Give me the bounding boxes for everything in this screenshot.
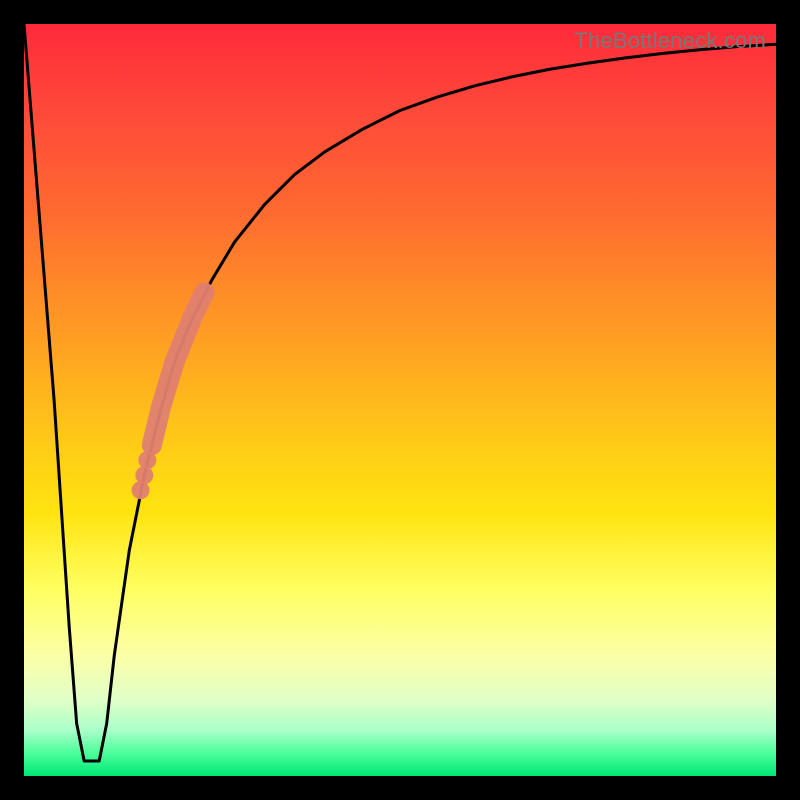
bottleneck-curve [24, 24, 776, 761]
chart-svg [24, 24, 776, 776]
highlight-dot [132, 481, 150, 499]
highlight-dot [135, 466, 153, 484]
watermark-text: TheBottleneck.com [574, 28, 766, 54]
plot-area: TheBottleneck.com [24, 24, 776, 776]
chart-container: TheBottleneck.com [0, 0, 800, 800]
highlight-dot [138, 451, 156, 469]
sweet-spot-band [152, 292, 205, 445]
